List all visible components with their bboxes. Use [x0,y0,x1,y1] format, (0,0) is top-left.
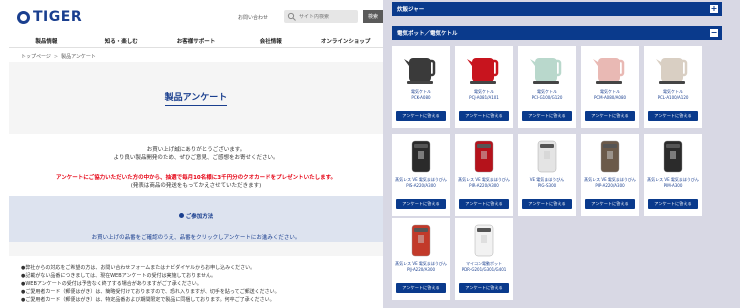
note-item: ●弊社からの対応をご希望の方は、お問い合わせフォームまたはナビダイヤルからお申し… [21,265,256,271]
product-model[interactable]: PCL-A100/A120 [658,95,689,101]
campaign-text: アンケートにご協力いただいた方の中から、抽選で毎月10名様に3千円分のクオカード… [55,175,337,181]
product-card[interactable]: 蒸気レス VE 電気まほうびん PIR-A220/A300 アンケートに答える [455,134,513,216]
bullet-icon [178,213,184,218]
product-card[interactable]: 蒸気レス VE 電気まほうびん PIM-A300 アンケートに答える [644,134,702,216]
product-model[interactable]: PIP-A220/A300 [595,183,624,189]
intro-line-1: お買い上げ誠にありがとうございます。 [146,147,246,153]
product-model[interactable]: PIG-S300 [538,183,556,189]
intro-line-2: より良い製品開発のため、ぜひご意見、ご感想をお寄せください。 [113,155,279,161]
product-model[interactable]: PCJ-A081/A101 [469,95,499,101]
nav-support[interactable]: お客様サポート [159,37,234,45]
product-model[interactable]: PIJ-A220/A300 [407,267,435,273]
breadcrumb-home[interactable]: トップページ [21,54,51,60]
answer-survey-button[interactable]: アンケートに答える [459,199,509,209]
product-card[interactable]: マイコン電動ポット PDR-G201/G301/G401 アンケートに答える [455,218,513,300]
section-pot-kettle[interactable]: 電気ポット／電気ケトル − [392,26,722,40]
product-card[interactable]: 蒸気レス VE 電気まほうびん PIS-A220/A300 アンケートに答える [392,134,450,216]
product-card[interactable]: 電気ケトル PCM-A080/A080 アンケートに答える [581,46,639,128]
search-icon [287,12,296,21]
howto-title-text: ご参加方法 [185,213,214,220]
product-image[interactable] [460,222,508,258]
product-image[interactable] [523,138,571,174]
product-model[interactable]: PDR-G201/G301/G401 [462,267,507,273]
product-image[interactable] [397,222,445,258]
answer-survey-button[interactable]: アンケートに答える [396,283,446,293]
nav-learn-enjoy[interactable]: 知る・楽しむ [84,37,159,45]
search-input[interactable] [299,13,357,20]
note-item: ●WEBアンケートの受付は予告なく終了する場合がありますがご了承ください。 [21,281,202,287]
section-rice-cooker[interactable]: 炊飯ジャー + [392,2,722,16]
nav-products[interactable]: 製品情報 [9,37,84,45]
title-area: 製品アンケート [9,62,383,134]
product-image[interactable] [397,50,445,86]
notes-section: ●弊社からの対応をご希望の方は、お問い合わせフォームまたはナビダイヤルからお申し… [9,256,383,308]
product-card[interactable]: 電気ケトル PCK-A080 アンケートに答える [392,46,450,128]
answer-survey-button[interactable]: アンケートに答える [396,111,446,121]
breadcrumb: トップページ > 製品アンケート [9,48,383,62]
search-button[interactable]: 検索 [363,10,383,23]
section-rice-cooker-label: 炊飯ジャー [397,7,425,13]
howto-title: ご参加方法 [178,212,214,220]
answer-survey-button[interactable]: アンケートに答える [459,111,509,121]
search-box [284,10,358,23]
howto-section: ご参加方法 お買い上げの品番をご確認のうえ、品番をクリックしアンケートにお進みく… [9,196,383,242]
product-image[interactable] [460,50,508,86]
answer-survey-button[interactable]: アンケートに答える [585,199,635,209]
product-image[interactable] [460,138,508,174]
breadcrumb-current: 製品アンケート [61,54,96,60]
product-image[interactable] [649,50,697,86]
inquiry-link[interactable]: お問い合わせ [238,14,268,21]
nav-online-shop[interactable]: オンラインショップ [308,37,383,45]
answer-survey-button[interactable]: アンケートに答える [396,199,446,209]
collapse-icon[interactable]: − [710,29,718,37]
product-card[interactable]: VE 電気まほうびん PIG-S300 アンケートに答える [518,134,576,216]
product-card[interactable]: 電気ケトル PCJ-A081/A101 アンケートに答える [455,46,513,128]
product-card[interactable]: 蒸気レス VE 電気まほうびん PIJ-A220/A300 アンケートに答える [392,218,450,300]
page-title: 製品アンケート [164,90,228,106]
answer-survey-button[interactable]: アンケートに答える [585,111,635,121]
product-image[interactable] [397,138,445,174]
site-header: TIGER お問い合わせ 検索 [9,0,383,34]
answer-survey-button[interactable]: アンケートに答える [648,111,698,121]
answer-survey-button[interactable]: アンケートに答える [522,111,572,121]
product-model[interactable]: PCM-A080/A080 [594,95,626,101]
product-model[interactable]: PCK-A080 [411,95,430,101]
answer-survey-button[interactable]: アンケートに答える [648,199,698,209]
note-item: ●記載がない品番につきましては、現在WEBアンケートの受付は実施しておりません。 [21,273,217,279]
survey-page: TIGER お問い合わせ 検索 製品情報 知る・楽しむ お客様サポート 会社情報… [9,0,383,308]
nav-company[interactable]: 会社情報 [233,37,308,45]
product-model[interactable]: PCI-G100/G120 [532,95,563,101]
answer-survey-button[interactable]: アンケートに答える [522,199,572,209]
product-image[interactable] [586,50,634,86]
product-model[interactable]: PIS-A220/A300 [406,183,436,189]
howto-text: お買い上げの品番をご確認のうえ、品番をクリックしアンケートにお進みください。 [91,235,301,241]
product-model[interactable]: PIR-A220/A300 [469,183,499,189]
product-model[interactable]: PIM-A300 [664,183,683,189]
product-image[interactable] [649,138,697,174]
global-nav: 製品情報 知る・楽しむ お客様サポート 会社情報 オンラインショップ [9,34,383,48]
tiger-logo-icon [17,10,30,24]
product-image[interactable] [586,138,634,174]
logo-text: TIGER [33,9,83,25]
breadcrumb-separator: > [53,54,59,60]
product-card[interactable]: 蒸気レス VE 電気まほうびん PIP-A220/A300 アンケートに答える [581,134,639,216]
expand-icon[interactable]: + [710,5,718,13]
product-card[interactable]: 電気ケトル PCI-G100/G120 アンケートに答える [518,46,576,128]
note-item: ●ご愛用者カード（郵便はがき）は、簡略受付けておりますので、恐れ入りますが、切手… [21,289,280,295]
tiger-logo[interactable]: TIGER [17,9,82,25]
product-image[interactable] [523,50,571,86]
note-item: ●ご愛用者カード（郵便はがき）は、特定品番および期間限定で製品に同梱しております… [21,297,275,303]
answer-survey-button[interactable]: アンケートに答える [459,283,509,293]
main-content: トップページ > 製品アンケート 製品アンケート お買い上げ誠にありがとうございます… [9,48,383,308]
section-pot-kettle-label: 電気ポット／電気ケトル [397,31,458,37]
product-list-panel: 炊飯ジャー + 電気ポット／電気ケトル − 電気ケトル PCK-A080 アンケート… [383,0,740,308]
campaign-note: (発表は商品の発送をもってかえさせていただきます) [130,183,262,189]
product-card[interactable]: 電気ケトル PCL-A100/A120 アンケートに答える [644,46,702,128]
